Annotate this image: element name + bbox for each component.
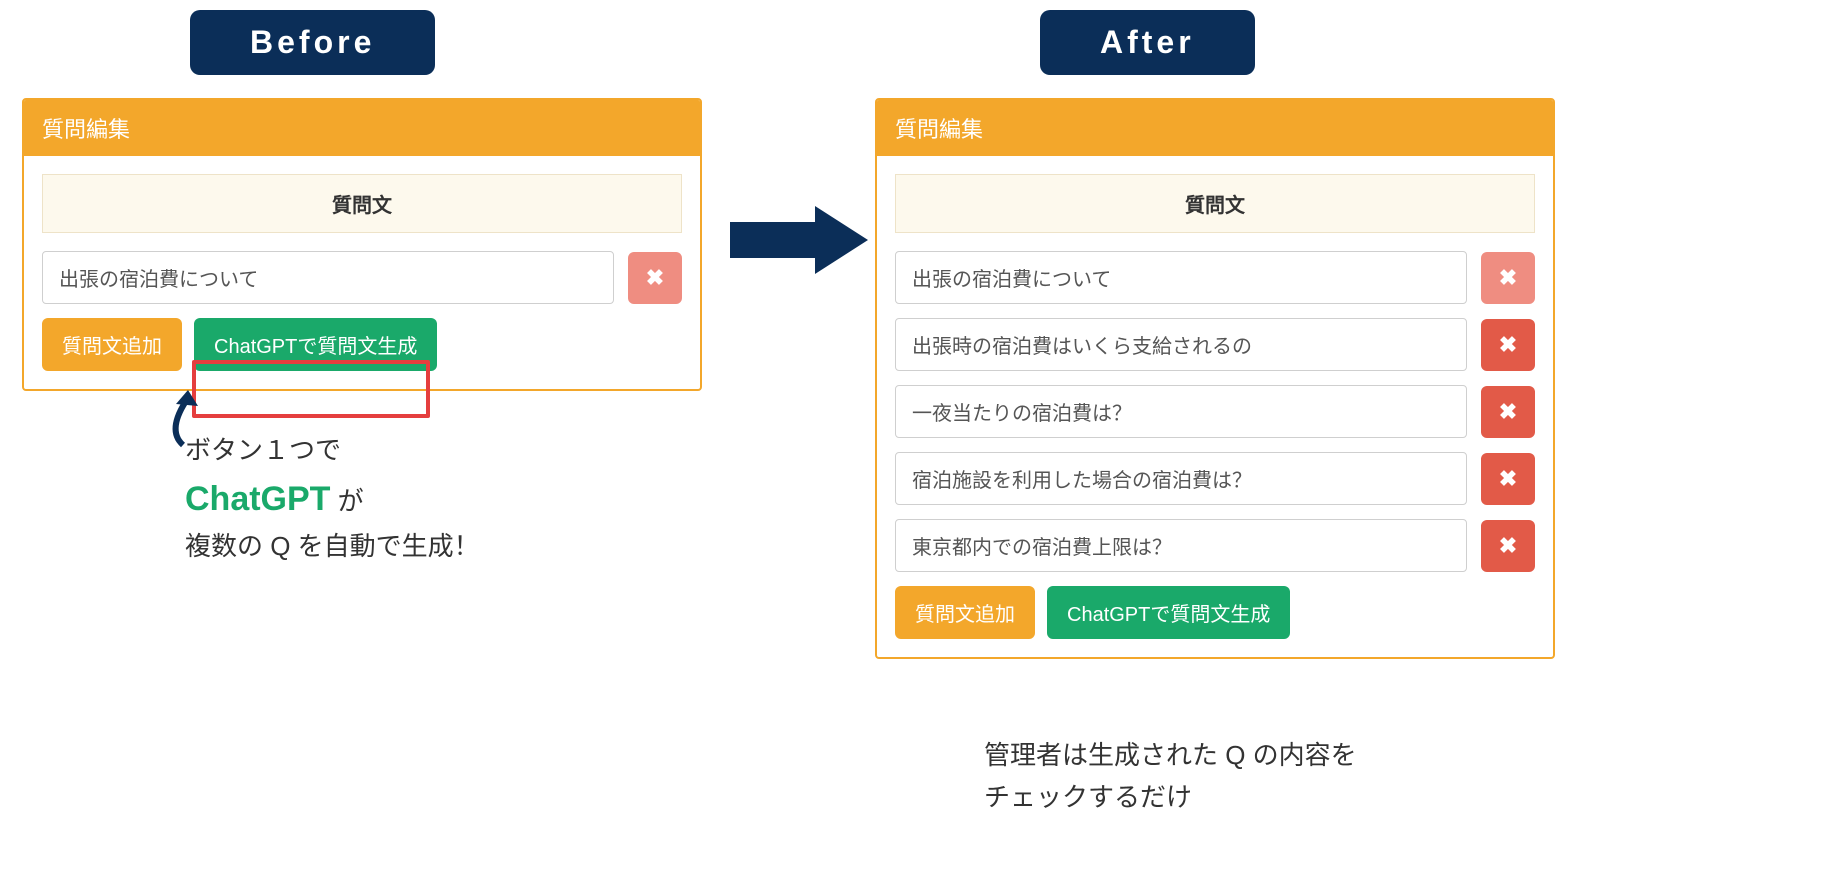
close-icon: ✖ bbox=[1499, 399, 1517, 425]
close-icon: ✖ bbox=[646, 265, 664, 291]
question-row: ✖ bbox=[895, 452, 1535, 505]
button-row: 質問文追加 ChatGPTで質問文生成 bbox=[42, 318, 682, 371]
button-row: 質問文追加 ChatGPTで質問文生成 bbox=[895, 586, 1535, 639]
caption-line: 管理者は生成された Q の内容を bbox=[984, 735, 1357, 777]
question-input[interactable] bbox=[895, 519, 1467, 572]
chatgpt-text: ChatGPT bbox=[185, 480, 330, 518]
question-input[interactable] bbox=[895, 385, 1467, 438]
delete-button[interactable]: ✖ bbox=[1481, 252, 1535, 304]
delete-button[interactable]: ✖ bbox=[1481, 453, 1535, 505]
add-question-button[interactable]: 質問文追加 bbox=[42, 318, 182, 371]
panel-body: 質問文 ✖ ✖ ✖ ✖ ✖ bbox=[877, 156, 1553, 657]
question-row: ✖ bbox=[895, 318, 1535, 371]
question-row: ✖ bbox=[895, 519, 1535, 572]
before-caption: ボタン１つで ChatGPT が 複数の Q を自動で生成！ bbox=[185, 430, 480, 568]
chatgpt-generate-button[interactable]: ChatGPTで質問文生成 bbox=[1047, 586, 1290, 639]
caption-suffix: が bbox=[330, 486, 363, 516]
question-input[interactable] bbox=[895, 251, 1467, 304]
close-icon: ✖ bbox=[1499, 533, 1517, 559]
before-badge: Before bbox=[190, 10, 435, 75]
caption-line: チェックするだけ bbox=[984, 777, 1357, 819]
add-question-button[interactable]: 質問文追加 bbox=[895, 586, 1035, 639]
close-icon: ✖ bbox=[1499, 265, 1517, 291]
chatgpt-generate-button[interactable]: ChatGPTで質問文生成 bbox=[194, 318, 437, 371]
panel-header: 質問編集 bbox=[24, 100, 700, 156]
question-input[interactable] bbox=[42, 251, 614, 304]
panel-body: 質問文 ✖ 質問文追加 ChatGPTで質問文生成 bbox=[24, 156, 700, 389]
question-row: ✖ bbox=[42, 251, 682, 304]
question-row: ✖ bbox=[895, 385, 1535, 438]
delete-button[interactable]: ✖ bbox=[1481, 319, 1535, 371]
question-row: ✖ bbox=[895, 251, 1535, 304]
question-input[interactable] bbox=[895, 318, 1467, 371]
after-panel: 質問編集 質問文 ✖ ✖ ✖ ✖ bbox=[875, 98, 1555, 659]
after-caption: 管理者は生成された Q の内容を チェックするだけ bbox=[984, 735, 1357, 818]
big-arrow-icon bbox=[730, 200, 870, 280]
panel-header: 質問編集 bbox=[877, 100, 1553, 156]
caption-line: ChatGPT が bbox=[185, 472, 480, 526]
close-icon: ✖ bbox=[1499, 332, 1517, 358]
question-input[interactable] bbox=[895, 452, 1467, 505]
before-panel: 質問編集 質問文 ✖ 質問文追加 ChatGPTで質問文生成 bbox=[22, 98, 702, 391]
delete-button[interactable]: ✖ bbox=[628, 252, 682, 304]
column-header-question: 質問文 bbox=[895, 174, 1535, 233]
delete-button[interactable]: ✖ bbox=[1481, 386, 1535, 438]
delete-button[interactable]: ✖ bbox=[1481, 520, 1535, 572]
column-header-question: 質問文 bbox=[42, 174, 682, 233]
caption-line: 複数の Q を自動で生成！ bbox=[185, 526, 480, 568]
caption-line: ボタン１つで bbox=[185, 430, 480, 472]
close-icon: ✖ bbox=[1499, 466, 1517, 492]
after-badge: After bbox=[1040, 10, 1255, 75]
